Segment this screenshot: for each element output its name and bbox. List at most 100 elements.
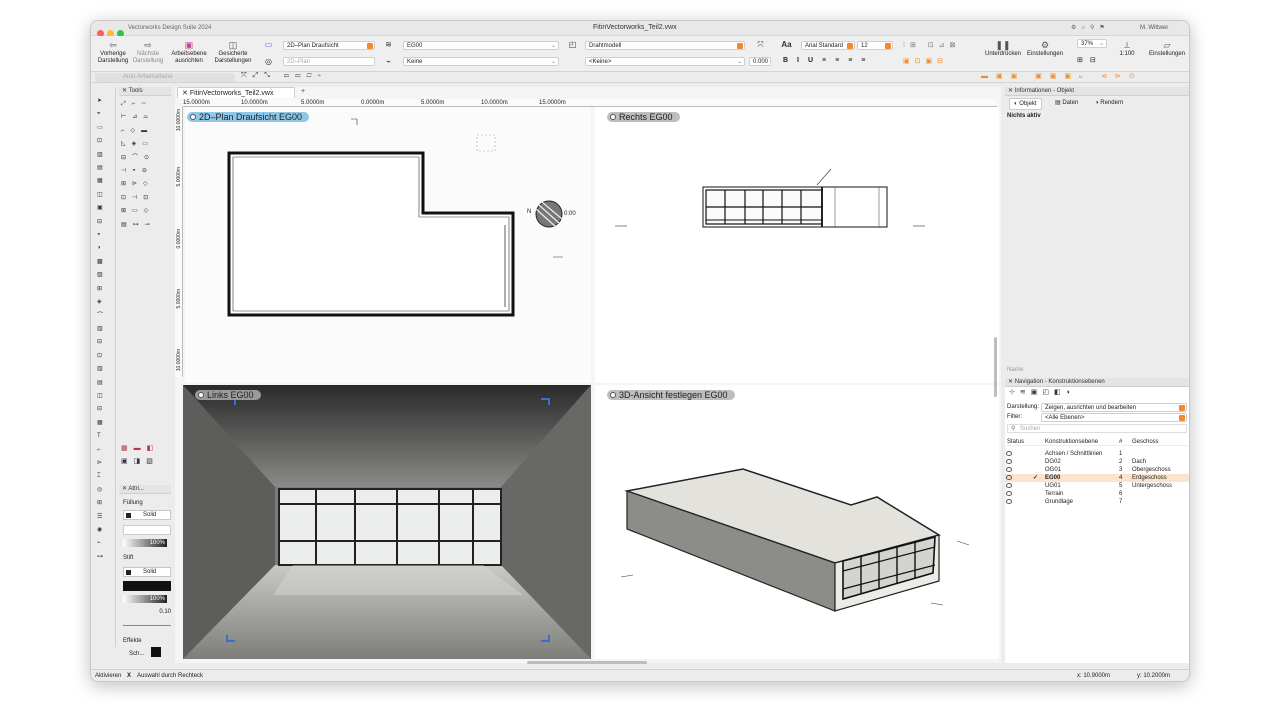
document-tab[interactable]: ✕ FitinVectorworks_Teil2.vwx — [177, 87, 295, 98]
viewport-top-right[interactable]: Rechts EG00 — [595, 107, 999, 383]
fill-color-bar[interactable] — [123, 525, 171, 535]
horizontal-scrollbar[interactable] — [527, 661, 647, 664]
align-plane-button[interactable]: ▣ Arbeitsebene ausrichten — [167, 40, 211, 65]
suppress-button[interactable]: ❚❚ Unterdrücken — [983, 40, 1023, 58]
nav-panel-header[interactable]: ✕ Navigation - Konstruktionsebenen — [1005, 378, 1189, 387]
visibility-eye-icon[interactable] — [1006, 451, 1012, 456]
building-3d-drawing[interactable] — [595, 385, 999, 659]
close-icon[interactable]: ✕ — [122, 486, 127, 492]
scale-button[interactable]: ⟂ 1:100 — [1113, 40, 1141, 58]
right-mode-buttons[interactable]: ▬▣▣ ▣▣▣⟀ ⊲⊳⊙ — [981, 72, 1143, 81]
font-size-select[interactable]: 12 — [857, 41, 893, 50]
right-elevation-drawing[interactable] — [595, 107, 999, 383]
vertical-scrollbar[interactable] — [994, 337, 997, 397]
line-style-field[interactable] — [123, 625, 171, 634]
attributes-panel-header[interactable]: ✕ Attri... — [119, 485, 171, 494]
offset-field[interactable]: 0.000 — [749, 57, 771, 66]
visibility-eye-icon[interactable] — [1006, 475, 1012, 480]
view-icon[interactable]: ▭ — [263, 40, 274, 50]
tab-objekt[interactable]: ◐ Objekt — [1009, 98, 1042, 110]
snap-buttons-row2[interactable]: ▣⊡▣⊟ — [903, 57, 963, 67]
pen-opacity-bar[interactable]: 100% — [123, 595, 167, 603]
settings-button[interactable]: ⚙ Einstellungen — [1025, 40, 1065, 58]
visibility-eye-icon[interactable] — [1006, 467, 1012, 472]
text-format-buttons[interactable]: BIU≡≡≡≡ — [783, 57, 874, 64]
layer-select[interactable]: EG00 ⌄ — [403, 41, 559, 50]
column-status[interactable]: Status — [1007, 438, 1024, 446]
column-number[interactable]: # — [1119, 438, 1122, 446]
mode-buttons[interactable]: ⤧⤢⤡ ▭▭▱▵ — [241, 72, 327, 80]
projection-select[interactable]: 2D–Plan — [283, 57, 375, 66]
app-window: Vectorworks Design Suite 2024 FitinVecto… — [90, 20, 1190, 682]
render-mode-select[interactable]: Drahtmodell — [585, 41, 745, 50]
gear-icon: ▱ — [1163, 40, 1171, 50]
interior-render[interactable] — [183, 385, 591, 659]
table-row[interactable]: Grundlage 7 — [1005, 498, 1189, 506]
class-select[interactable]: Keine ⌄ — [403, 57, 559, 66]
view-select[interactable]: 2D–Plan Draufsicht — [283, 41, 375, 50]
tool-set-icons[interactable]: ▦▬◧ — [121, 444, 173, 452]
close-icon[interactable]: ✕ — [1008, 379, 1013, 385]
pen-color-bar[interactable] — [123, 581, 171, 591]
next-view-button[interactable]: ⇨ Nächste Darstellung — [131, 40, 165, 65]
tool-grid[interactable]: ⤢⌐⌒ ⊢⊿⌓ ⌐◇▬ ◺◈▭ ⊟⌒⊙ ⊣◓⊖ ⊞⊳◇ ⊡⊣⊡ ⊠▭◇ ▤⊶⊸ — [121, 98, 173, 232]
floor-plan-drawing[interactable] — [185, 107, 591, 383]
table-row[interactable]: Achsen / Schnittlinien 1 — [1005, 450, 1189, 458]
layer-search-input[interactable]: ⚲ Suchen — [1007, 424, 1187, 433]
fill-style-select[interactable]: Solid — [123, 510, 171, 520]
tools-panel-header[interactable]: ✕ Tools — [119, 87, 171, 96]
font-select[interactable]: Arial Standard — [801, 41, 855, 50]
layer-icon[interactable]: ≋ — [383, 40, 394, 50]
line-weight-field[interactable]: 0.10 — [123, 609, 171, 618]
add-tab-button[interactable]: + — [301, 88, 305, 95]
close-tab-icon[interactable]: ✕ — [182, 90, 190, 97]
visibility-eye-icon[interactable] — [1006, 499, 1012, 504]
planes-select[interactable]: <Keine> ⌄ — [585, 57, 745, 66]
snap-buttons[interactable]: ⁞⊞ ⊡⊿⊠ — [903, 41, 960, 49]
filter-select[interactable]: <Alle Ebenen> — [1041, 413, 1187, 422]
table-row[interactable]: Terrain 6 — [1005, 490, 1189, 498]
tool-set-icons-2[interactable]: ▣◨▧ — [121, 457, 173, 465]
user-name[interactable]: M. Wittwer — [1140, 25, 1168, 31]
tool-list-basic[interactable]: ➤ ⌖ ▭ ⊡ ▥ ▤ ▦ ◫ ▣ ⊟ ◓ ◑ ▩ ▨ ⊞ ◈ ⌒ ▥ ⊟ ⊡ … — [97, 95, 111, 564]
settings-button-2[interactable]: ▱ Einstellungen — [1145, 40, 1189, 58]
display-select[interactable]: Zeigen, ausrichten und bearbeiten — [1041, 403, 1187, 412]
table-row-active[interactable]: ✓ EG00 4 Erdgeschoss — [1005, 474, 1189, 482]
viewport-bottom-right[interactable]: 3D-Ansicht festlegen EG00 — [595, 385, 999, 659]
table-row[interactable]: UG01 5 Untergeschoss — [1005, 482, 1189, 490]
nav-panel-icons[interactable]: ⊹≋▣◰◧◑ — [1009, 388, 1075, 396]
viewport-top-left[interactable]: 2D–Plan Draufsicht EG00 N 0:00 — [185, 107, 591, 383]
viewport-label[interactable]: Links EG00 — [195, 390, 261, 400]
table-row[interactable]: DG02 2 Dach — [1005, 458, 1189, 466]
table-row[interactable]: OG01 3 Obergeschoss — [1005, 466, 1189, 474]
close-icon[interactable]: ✕ — [1008, 88, 1013, 94]
close-icon[interactable]: ✕ — [122, 88, 127, 94]
visibility-eye-icon[interactable] — [1006, 459, 1012, 464]
cancel-icon[interactable]: X — [127, 670, 131, 681]
fill-opacity-bar[interactable]: 100% — [123, 539, 167, 547]
auto-plane-button[interactable]: Auto-Arbeitsebene — [95, 73, 235, 82]
class-icon[interactable]: ⌁ — [383, 57, 394, 67]
dropdown-arrow-icon — [885, 43, 891, 49]
pen-style-select[interactable]: Solid — [123, 567, 171, 577]
ruler-tick: 10.0000m — [481, 100, 508, 106]
offset-icon[interactable]: ⤧ — [755, 40, 766, 50]
column-layer[interactable]: Konstruktionsebene — [1045, 438, 1098, 446]
projection-icon[interactable]: ◎ — [263, 57, 274, 67]
tab-rendern[interactable]: ◑ Rendern — [1091, 98, 1127, 108]
info-panel-header[interactable]: ✕ Informationen - Objekt — [1005, 87, 1189, 96]
title-right-icons[interactable]: ⚙⌂⚲⚑ — [1071, 24, 1110, 31]
text-size-icon[interactable]: Aa — [781, 40, 792, 50]
visibility-eye-icon[interactable] — [1006, 483, 1012, 488]
previous-view-button[interactable]: ⇦ Vorherige Darstellung — [95, 40, 131, 65]
zoom-field[interactable]: 37% ⌄ — [1077, 39, 1107, 48]
shadow-swatch[interactable] — [151, 647, 161, 657]
tab-daten[interactable]: ▤ Daten — [1051, 98, 1082, 108]
visibility-eye-icon[interactable] — [1006, 491, 1012, 496]
zoom-buttons[interactable]: ⊞⊟ — [1077, 56, 1103, 64]
saved-views-button[interactable]: ◫ Gesicherte Darstellungen — [211, 40, 255, 65]
viewport-bottom-left[interactable]: Links EG00 — [183, 385, 591, 659]
render-icon[interactable]: ◰ — [567, 40, 578, 50]
column-floor[interactable]: Geschoss — [1132, 438, 1159, 446]
shadow-field[interactable]: Sch... — [129, 651, 144, 657]
